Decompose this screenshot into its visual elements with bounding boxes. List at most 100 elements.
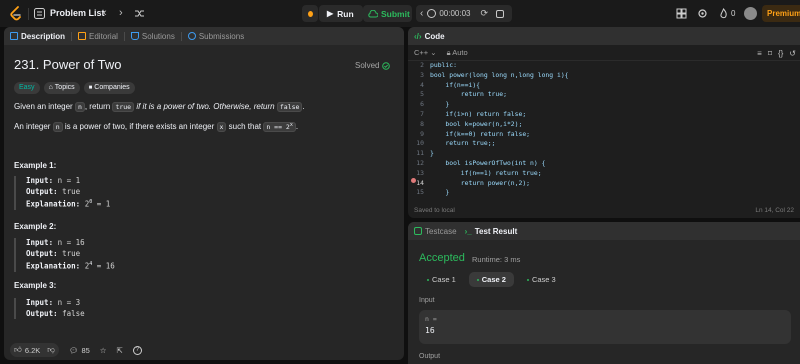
line-number: 10 xyxy=(416,139,424,148)
notes-icon[interactable] xyxy=(496,9,505,18)
code-line[interactable]: 11} xyxy=(408,149,800,159)
cloud-upload-icon xyxy=(368,9,378,17)
code-line[interactable]: 13 if(n==1) return true; xyxy=(408,169,800,179)
lock-icon: ■ xyxy=(88,85,93,91)
layout-grid-icon[interactable] xyxy=(676,8,687,19)
help-icon[interactable]: ? xyxy=(132,345,142,355)
tab-editorial[interactable]: Editorial xyxy=(78,32,118,41)
input-label: Input: xyxy=(26,298,54,307)
expr: n == 2 xyxy=(266,123,290,132)
save-status: Saved to local xyxy=(414,206,455,214)
line-number: 15 xyxy=(416,188,424,197)
code-text[interactable]: return true;; xyxy=(430,139,495,149)
reset-icon[interactable]: ↺ xyxy=(789,49,796,58)
code-text[interactable]: bool k=power(n,i*2); xyxy=(430,120,522,130)
test-result-panel: Testcase ›_ Test Result Accepted Runtime… xyxy=(408,222,800,364)
line-number: 4 xyxy=(420,80,424,89)
format-icon[interactable]: ≡ xyxy=(757,49,762,58)
verdict: Accepted xyxy=(419,252,465,264)
code-line[interactable]: 5 return true; xyxy=(408,90,800,100)
topics-button[interactable]: ⌂ Topics xyxy=(43,82,80,94)
superscript: x xyxy=(289,122,293,128)
thumbs-down-icon[interactable]: 👎︎ xyxy=(47,345,55,355)
code-line[interactable]: 2 public: xyxy=(408,61,800,71)
comments-button[interactable]: 💬︎ 85 xyxy=(69,346,90,355)
bookmark-icon[interactable]: ⌑ xyxy=(768,49,772,58)
code-line[interactable]: 6 } xyxy=(408,100,800,110)
case-tab[interactable]: Case 2 xyxy=(468,272,514,287)
code-text[interactable]: if(i>n) return false; xyxy=(430,110,526,120)
share-icon[interactable]: ⇱ xyxy=(117,346,123,355)
problem-list-link[interactable]: Problem List xyxy=(50,8,105,18)
topics-label: Topics xyxy=(54,84,75,91)
code-line[interactable]: 3 bool power(long long n,long long i){ xyxy=(408,71,800,81)
check-circle-icon xyxy=(382,61,391,70)
breakpoint-icon[interactable] xyxy=(411,178,416,183)
code-text[interactable]: if(n==1) return true; xyxy=(430,169,542,179)
code-lines[interactable]: 2 public: 3 bool power(long long n,long lon… xyxy=(408,61,800,198)
input-label: Input: xyxy=(26,176,54,185)
code-text[interactable]: public: xyxy=(430,61,457,71)
output-label: Output: xyxy=(26,248,58,258)
example-input: n = 3 xyxy=(57,298,81,307)
collapse-timer-icon[interactable]: ‹ xyxy=(420,8,423,19)
tab-testcase[interactable]: Testcase xyxy=(414,227,457,236)
terminal-icon: ›_ xyxy=(464,226,472,236)
problem-list-icon[interactable] xyxy=(34,8,45,19)
tab-test-result[interactable]: ›_ Test Result xyxy=(465,227,518,236)
code-text[interactable]: return true; xyxy=(430,90,507,100)
reset-timer-icon[interactable]: ⟳ xyxy=(480,8,488,19)
explanation-label: Explanation: xyxy=(26,261,81,271)
code-text[interactable]: } xyxy=(430,149,434,159)
code-text[interactable]: if(k==0) return false; xyxy=(430,130,530,140)
tab-description[interactable]: Description xyxy=(10,32,65,41)
submit-button[interactable]: Submit xyxy=(363,5,412,22)
editor-toolbar: C++ ⌄ 🔒︎ Auto xyxy=(408,45,800,61)
code-line[interactable]: 12 bool isPowerOfTwo(int n) { xyxy=(408,159,800,169)
tab-solutions[interactable]: Solutions xyxy=(130,31,175,41)
language-select[interactable]: C++ ⌄ xyxy=(414,48,437,57)
companies-button[interactable]: ■ Companies xyxy=(83,82,135,94)
line-number: 2 xyxy=(420,61,424,69)
code-line[interactable]: 7 if(i>n) return false; xyxy=(408,110,800,120)
code-line[interactable]: 9 if(k==0) return false; xyxy=(408,130,800,140)
code-line[interactable]: 14 return power(n,2); xyxy=(408,179,800,189)
next-problem-icon[interactable]: › xyxy=(119,7,123,19)
avatar[interactable] xyxy=(744,7,757,20)
divider xyxy=(71,31,73,41)
code-text[interactable]: return power(n,2); xyxy=(430,179,530,189)
tab-solutions-label: Solutions xyxy=(141,31,175,41)
code-text[interactable]: bool power(long long n,long long i){ xyxy=(430,71,569,81)
shuffle-icon[interactable] xyxy=(134,8,145,19)
prev-problem-icon[interactable]: ‹ xyxy=(103,7,107,19)
like-button[interactable]: 👍︎ 6.2K 👎︎ xyxy=(10,343,59,357)
tab-editorial-label: Editorial xyxy=(89,31,118,41)
leetcode-logo-icon[interactable] xyxy=(9,6,23,21)
code-text[interactable]: if(n==i){ xyxy=(430,81,480,91)
inline-code: false xyxy=(276,102,303,112)
debug-button[interactable] xyxy=(302,5,318,22)
braces-icon[interactable]: {} xyxy=(778,49,783,58)
code-text[interactable]: bool isPowerOfTwo(int n) { xyxy=(430,159,545,169)
code-line[interactable]: 4 if(n==i){ xyxy=(408,81,800,91)
settings-gear-icon[interactable] xyxy=(697,8,708,19)
code-text[interactable]: } xyxy=(430,100,449,110)
description-tabs: Description Editorial Solutions Submissi… xyxy=(4,27,404,45)
text: An integer xyxy=(14,122,51,132)
premium-button[interactable]: Premium xyxy=(762,5,800,22)
run-button[interactable]: ▶ Run xyxy=(319,5,363,22)
pass-dot-icon xyxy=(476,278,479,281)
submit-label: Submit xyxy=(381,8,410,19)
code-line[interactable]: 10 return true;; xyxy=(408,139,800,149)
streak-fire-icon[interactable] xyxy=(718,8,729,19)
code-line[interactable]: 8 bool k=power(n,i*2); xyxy=(408,120,800,130)
auto-mode-toggle[interactable]: 🔒︎ Auto xyxy=(447,48,468,58)
case-tab[interactable]: Case 3 xyxy=(519,272,564,287)
timer-pause-icon[interactable] xyxy=(427,9,437,18)
star-icon[interactable]: ☆ xyxy=(100,346,107,355)
code-text[interactable]: } xyxy=(430,188,449,198)
code-line[interactable]: 15 } xyxy=(408,188,800,198)
case-tab[interactable]: Case 1 xyxy=(419,272,464,287)
tab-submissions[interactable]: Submissions xyxy=(187,32,244,41)
cursor-position: Ln 14, Col 22 xyxy=(755,206,794,214)
